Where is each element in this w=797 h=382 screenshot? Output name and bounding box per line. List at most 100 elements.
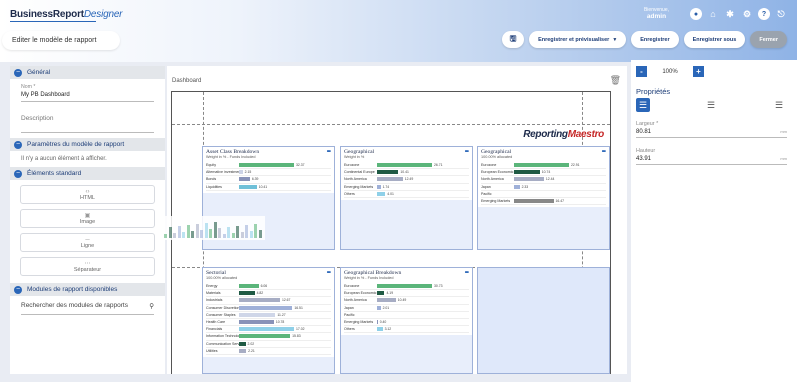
username: admin — [646, 13, 667, 20]
widget-sectorial[interactable]: Sectorial 100.00% allocated Energy 6.06 Mate… — [202, 267, 335, 374]
row-label: Information Technology — [206, 334, 239, 339]
section-general[interactable]: − Général — [10, 66, 165, 79]
chart-bar — [377, 327, 383, 332]
chart-bar — [377, 305, 381, 310]
logout-icon[interactable]: ⎋ — [775, 8, 787, 20]
std-item-separator[interactable]: ⋯ Séparateur — [20, 257, 155, 276]
gear-icon[interactable]: ⚙ — [741, 8, 753, 20]
std-item-image[interactable]: ▣ Image — [20, 209, 155, 228]
section-standard-elements[interactable]: − Éléments standard — [10, 167, 165, 180]
row-label: European Economic — [481, 170, 514, 175]
close-button[interactable]: Fermer — [750, 31, 787, 48]
chart-row: Eurozone 26.71 — [344, 162, 469, 170]
widget-geographical-1[interactable]: Geographical Weight in % Eurozone 26.71 Cont… — [340, 146, 473, 250]
align-right-icon[interactable]: ☰ — [772, 98, 786, 112]
user-icon[interactable]: ● — [690, 8, 702, 20]
save-icon-button[interactable]: 🖫 — [502, 31, 525, 48]
width-input[interactable]: 80.81 — [636, 129, 651, 135]
home-icon[interactable]: ⌂ — [707, 8, 719, 20]
bar-value: 2.01 — [382, 305, 390, 310]
modules-search-input[interactable]: Rechercher des modules de rapports ⚲ — [21, 302, 154, 315]
std-item-line[interactable]: ─ Ligne — [20, 233, 155, 252]
chart-row: Emerging Markets 1.74 — [344, 184, 469, 191]
chart-bar — [514, 184, 520, 189]
row-label: Eurozone — [481, 163, 497, 168]
chart-bar — [239, 305, 293, 310]
widget-subtitle: 100.00% allocated — [481, 155, 513, 159]
preview-bar — [182, 232, 185, 238]
width-field[interactable]: Largeur * 80.81 mm — [636, 121, 787, 138]
widget-geographical-breakdown[interactable]: Geographical Breakdown Weight in % - Fund… — [340, 267, 473, 374]
chart-bar — [514, 170, 540, 175]
bar-value: 12.44 — [545, 177, 555, 182]
chart-bar — [239, 334, 291, 339]
dragging-widget-preview[interactable] — [160, 216, 265, 240]
action-bar: 🖫 Enregistrer et prévisualiser ▼ Enregist… — [502, 31, 787, 48]
widget-content: Geographical Weight in % Eurozone 26.71 Cont… — [341, 147, 472, 200]
section-standard-label: Éléments standard — [27, 170, 82, 177]
more-options-icon[interactable]: ••• — [465, 270, 469, 276]
name-field[interactable]: Nom * My PB Dashboard — [10, 79, 165, 102]
section-modules[interactable]: − Modules de rapport disponibles — [10, 283, 165, 296]
section-params-label: Paramètres du modèle de rapport — [27, 141, 125, 148]
height-field[interactable]: Hauteur 43.91 mm — [636, 148, 787, 165]
row-label: Emerging Markets — [344, 184, 374, 189]
name-input[interactable]: My PB Dashboard — [21, 90, 154, 102]
app-logo[interactable]: BusinessReportDesigner — [10, 9, 123, 20]
zoom-out-button[interactable]: - — [636, 66, 647, 77]
row-label: Alternative investments — [206, 170, 239, 175]
std-item-label: HTML — [80, 194, 95, 201]
chart-row: Health Care 10.78 — [206, 319, 331, 327]
save-as-button[interactable]: Enregistrer sous — [683, 31, 746, 48]
chart-bar — [239, 320, 274, 325]
chart-row: European Economic 10.74 — [481, 169, 606, 177]
bar-value: 16.47 — [555, 199, 565, 204]
chart-row: Others 4.01 — [344, 191, 469, 198]
properties-title: Propriétés — [636, 87, 671, 96]
logo-underline — [10, 21, 96, 22]
settings-icon[interactable]: ✱ — [724, 8, 736, 20]
align-center-icon[interactable]: ☰ — [704, 98, 718, 112]
chart-row: Japan 2.33 — [481, 184, 606, 191]
section-general-label: Général — [27, 69, 51, 76]
chart-bar — [239, 348, 247, 353]
height-input[interactable]: 43.91 — [636, 156, 651, 162]
widget-geographical-2[interactable]: Geographical 100.00% allocated Eurozone 22.… — [477, 146, 610, 250]
widget-content: Asset Class Breakdown Weight in % - Funds… — [203, 147, 334, 193]
bar-value: 2.15 — [244, 170, 252, 175]
chart-bar — [239, 177, 250, 182]
chart-bar — [239, 341, 246, 346]
description-input[interactable]: Description — [21, 107, 154, 133]
height-unit: mm — [780, 156, 787, 161]
chart-bar — [514, 199, 554, 204]
chart-row: North America 12.49 — [344, 176, 469, 184]
help-icon[interactable]: ? — [758, 8, 770, 20]
chart-row: Japan 2.01 — [344, 305, 469, 312]
bar-value: 16.51 — [294, 305, 303, 310]
more-options-icon[interactable]: ••• — [465, 149, 469, 155]
row-label: Emerging Markets — [344, 320, 374, 325]
chart-row: Equity 32.37 — [206, 162, 331, 170]
zoom-value[interactable]: 100% — [647, 66, 693, 77]
section-params[interactable]: − Paramètres du modèle de rapport — [10, 138, 165, 151]
align-left-icon[interactable]: ☰ — [636, 98, 650, 112]
chart-bar — [239, 291, 255, 296]
chart-row: Eurozone 22.91 — [481, 162, 606, 170]
empty-widget-slot[interactable] — [477, 267, 610, 374]
bar-value: 2.21 — [248, 348, 255, 353]
preview-bar — [227, 227, 230, 238]
save-preview-button[interactable]: Enregistrer et prévisualiser ▼ — [529, 31, 627, 48]
trash-icon[interactable]: 🗑 — [610, 75, 621, 86]
std-item-html[interactable]: ‹› HTML — [20, 185, 155, 204]
widget-content: Geographical 100.00% allocated Eurozone 22.… — [478, 147, 609, 208]
more-options-icon[interactable]: ••• — [327, 270, 331, 276]
zoom-in-button[interactable]: + — [693, 66, 704, 77]
widget-subtitle: Weight in % - Funds Included — [206, 155, 256, 159]
save-button[interactable]: Enregistrer — [631, 31, 679, 48]
row-label: European Economic — [344, 291, 377, 296]
preview-bar — [173, 233, 176, 238]
more-options-icon[interactable]: ••• — [327, 149, 331, 155]
bar-value: 17.02 — [296, 327, 305, 332]
description-field[interactable]: Description — [10, 102, 165, 133]
more-options-icon[interactable]: ••• — [602, 149, 606, 155]
